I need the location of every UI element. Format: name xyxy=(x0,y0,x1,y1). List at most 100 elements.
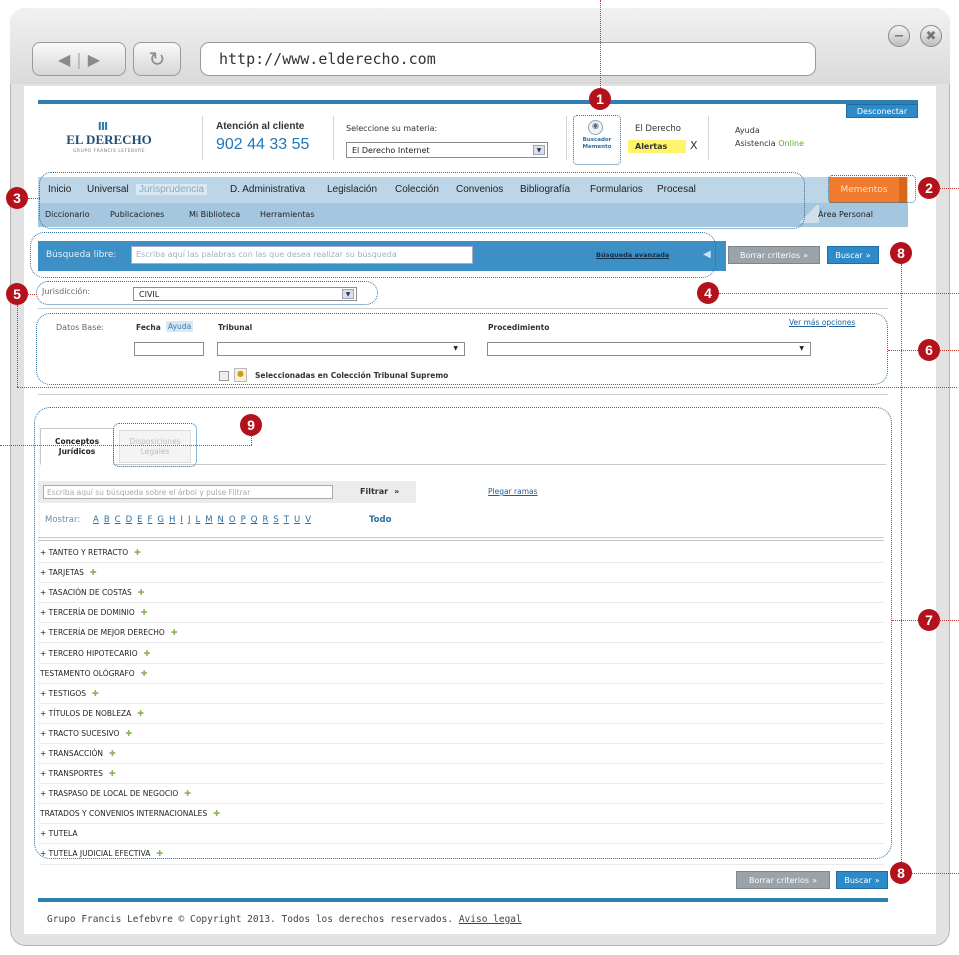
tree-item[interactable]: + TRANSPORTES ✚ xyxy=(40,764,884,783)
plegar-ramas-link[interactable]: Plegar ramas xyxy=(488,487,538,496)
tree-item[interactable]: + TRASPASO DE LOCAL DE NEGOCIO ✚ xyxy=(40,784,884,803)
tree-item-label[interactable]: + TRASPASO DE LOCAL DE NEGOCIO xyxy=(40,789,178,798)
tree-item[interactable]: + TERCERÍA DE MEJOR DERECHO ✚ xyxy=(40,623,884,642)
add-concept-icon[interactable]: ✚ xyxy=(137,709,144,717)
letter-link-a[interactable]: A xyxy=(93,515,99,525)
letter-link-s[interactable]: S xyxy=(273,515,278,525)
letter-link-f[interactable]: F xyxy=(148,515,153,525)
coleccion-checkbox[interactable] xyxy=(219,371,229,381)
tree-item-label[interactable]: + TANTEO Y RETRACTO xyxy=(40,548,128,557)
letter-link-m[interactable]: M xyxy=(205,515,212,525)
buscar-button[interactable]: Buscar» xyxy=(827,246,879,264)
letter-link-o[interactable]: O xyxy=(229,515,236,525)
letter-link-d[interactable]: D xyxy=(126,515,133,525)
tree-item-label[interactable]: + TÍTULOS DE NOBLEZA xyxy=(40,709,131,718)
tree-item-label[interactable]: + TASACIÓN DE COSTAS xyxy=(40,588,132,597)
letter-link-r[interactable]: R xyxy=(262,515,268,525)
tree-item-label[interactable]: + TUTELA xyxy=(40,829,78,838)
tree-item[interactable]: + TRACTO SUCESIVO ✚ xyxy=(40,724,884,743)
add-concept-icon[interactable]: ✚ xyxy=(184,790,191,798)
letter-link-p[interactable]: P xyxy=(241,515,246,525)
tree-item-label[interactable]: + TRACTO SUCESIVO xyxy=(40,729,119,738)
filtrar-button[interactable]: Filtrar» xyxy=(360,487,399,496)
add-concept-icon[interactable]: ✚ xyxy=(141,609,148,617)
close-button[interactable]: ✖ xyxy=(920,25,942,47)
letter-link-v[interactable]: V xyxy=(305,515,311,525)
desconectar-button[interactable]: Desconectar xyxy=(846,104,918,118)
letter-link-i[interactable]: I xyxy=(180,515,183,525)
add-concept-icon[interactable]: ✚ xyxy=(125,729,132,737)
tree-item[interactable]: + TANTEO Y RETRACTO ✚ xyxy=(40,543,884,562)
alertas-button[interactable]: Alertas xyxy=(628,140,686,153)
tree-item-label[interactable]: + TESTIGOS xyxy=(40,689,86,698)
tree-item-label[interactable]: + TERCERÍA DE DOMINIO xyxy=(40,608,135,617)
address-bar[interactable]: http://www.elderecho.com xyxy=(200,42,816,76)
tree-item[interactable]: + TERCERO HIPOTECARIO ✚ xyxy=(40,643,884,662)
letter-link-u[interactable]: U xyxy=(294,515,300,525)
minimize-button[interactable]: − xyxy=(888,25,910,47)
tab-conceptos-juridicos[interactable]: Conceptos Jurídicos xyxy=(40,428,114,465)
procedimiento-select[interactable]: ▼ xyxy=(487,342,811,356)
tree-item-label[interactable]: + TERCERÍA DE MEJOR DERECHO xyxy=(40,628,165,637)
add-concept-icon[interactable]: ✚ xyxy=(156,850,163,858)
letter-link-e[interactable]: E xyxy=(137,515,142,525)
back-forward-buttons[interactable]: ◀ | ▶ xyxy=(32,42,126,76)
tree-item[interactable]: + TRANSACCIÓN ✚ xyxy=(40,744,884,763)
tree-item[interactable]: TRATADOS Y CONVENIOS INTERNACIONALES ✚ xyxy=(40,804,884,823)
reload-button[interactable]: ↻ xyxy=(133,42,181,76)
add-concept-icon[interactable]: ✚ xyxy=(92,689,99,697)
borrar-criterios-button-bottom[interactable]: Borrar criterios» xyxy=(736,871,830,889)
ver-mas-opciones-link[interactable]: Ver más opciones xyxy=(789,318,855,327)
logo-text[interactable]: EL DERECHO xyxy=(50,132,168,148)
divider xyxy=(38,540,884,541)
tribunal-select[interactable]: ▼ xyxy=(217,342,465,356)
letter-link-c[interactable]: C xyxy=(115,515,121,525)
add-concept-icon[interactable]: ✚ xyxy=(171,629,178,637)
letter-link-h[interactable]: H xyxy=(169,515,175,525)
filter-input[interactable]: Escriba aquí su búsqueda sobre el árbol … xyxy=(43,485,333,499)
letter-link-q[interactable]: Q xyxy=(251,515,258,525)
tree-item[interactable]: + TESTIGOS ✚ xyxy=(40,684,884,703)
forward-arrow-icon[interactable]: ▶ xyxy=(88,50,100,69)
letter-link-n[interactable]: N xyxy=(218,515,224,525)
borrar-criterios-button[interactable]: Borrar criterios» xyxy=(728,246,820,264)
buscar-button-bottom[interactable]: Buscar» xyxy=(836,871,888,889)
aviso-legal-link[interactable]: Aviso legal xyxy=(459,914,522,925)
back-arrow-icon[interactable]: ◀ xyxy=(58,50,70,69)
letter-link-g[interactable]: G xyxy=(157,515,164,525)
annotation-badge-2: 2 xyxy=(918,177,940,199)
tree-item-label[interactable]: TESTAMENTO OLÓGRAFO xyxy=(40,669,135,678)
alertas-close-icon[interactable]: X xyxy=(690,139,698,152)
area-personal-link[interactable]: Área Personal xyxy=(818,210,873,219)
tree-item[interactable]: + TUTELA JUDICIAL EFECTIVA ✚ xyxy=(40,844,884,863)
add-concept-icon[interactable]: ✚ xyxy=(138,589,145,597)
add-concept-icon[interactable]: ✚ xyxy=(134,549,141,557)
tree-item[interactable]: + TUTELA xyxy=(40,824,884,843)
ayuda-link[interactable]: Ayuda xyxy=(735,126,760,135)
tree-item[interactable]: TESTAMENTO OLÓGRAFO ✚ xyxy=(40,664,884,683)
tree-item-label[interactable]: TRATADOS Y CONVENIOS INTERNACIONALES xyxy=(40,809,207,818)
add-concept-icon[interactable]: ✚ xyxy=(144,649,151,657)
tree-item-label[interactable]: + TUTELA JUDICIAL EFECTIVA xyxy=(40,849,150,858)
add-concept-icon[interactable]: ✚ xyxy=(213,810,220,818)
letter-link-l[interactable]: L xyxy=(195,515,200,525)
add-concept-icon[interactable]: ✚ xyxy=(90,569,97,577)
fecha-input[interactable] xyxy=(134,342,204,356)
tree-item[interactable]: + TÍTULOS DE NOBLEZA ✚ xyxy=(40,704,884,723)
materia-select[interactable]: El Derecho Internet ▼ xyxy=(346,142,548,158)
letter-link-j[interactable]: J xyxy=(188,515,191,525)
add-concept-icon[interactable]: ✚ xyxy=(141,669,148,677)
letter-link-t[interactable]: T xyxy=(284,515,289,525)
fecha-ayuda-link[interactable]: Ayuda xyxy=(166,321,194,332)
tree-item-label[interactable]: + TARJETAS xyxy=(40,568,84,577)
add-concept-icon[interactable]: ✚ xyxy=(109,770,116,778)
add-concept-icon[interactable]: ✚ xyxy=(109,749,116,757)
tree-item-label[interactable]: + TRANSACCIÓN xyxy=(40,749,103,758)
letter-link-b[interactable]: B xyxy=(104,515,110,525)
tree-item-label[interactable]: + TERCERO HIPOTECARIO xyxy=(40,649,138,658)
tree-item[interactable]: + TASACIÓN DE COSTAS ✚ xyxy=(40,583,884,602)
letter-link-todo[interactable]: Todo xyxy=(369,515,391,525)
tree-item-label[interactable]: + TRANSPORTES xyxy=(40,769,103,778)
tree-item[interactable]: + TARJETAS ✚ xyxy=(40,563,884,582)
tree-item[interactable]: + TERCERÍA DE DOMINIO ✚ xyxy=(40,603,884,622)
